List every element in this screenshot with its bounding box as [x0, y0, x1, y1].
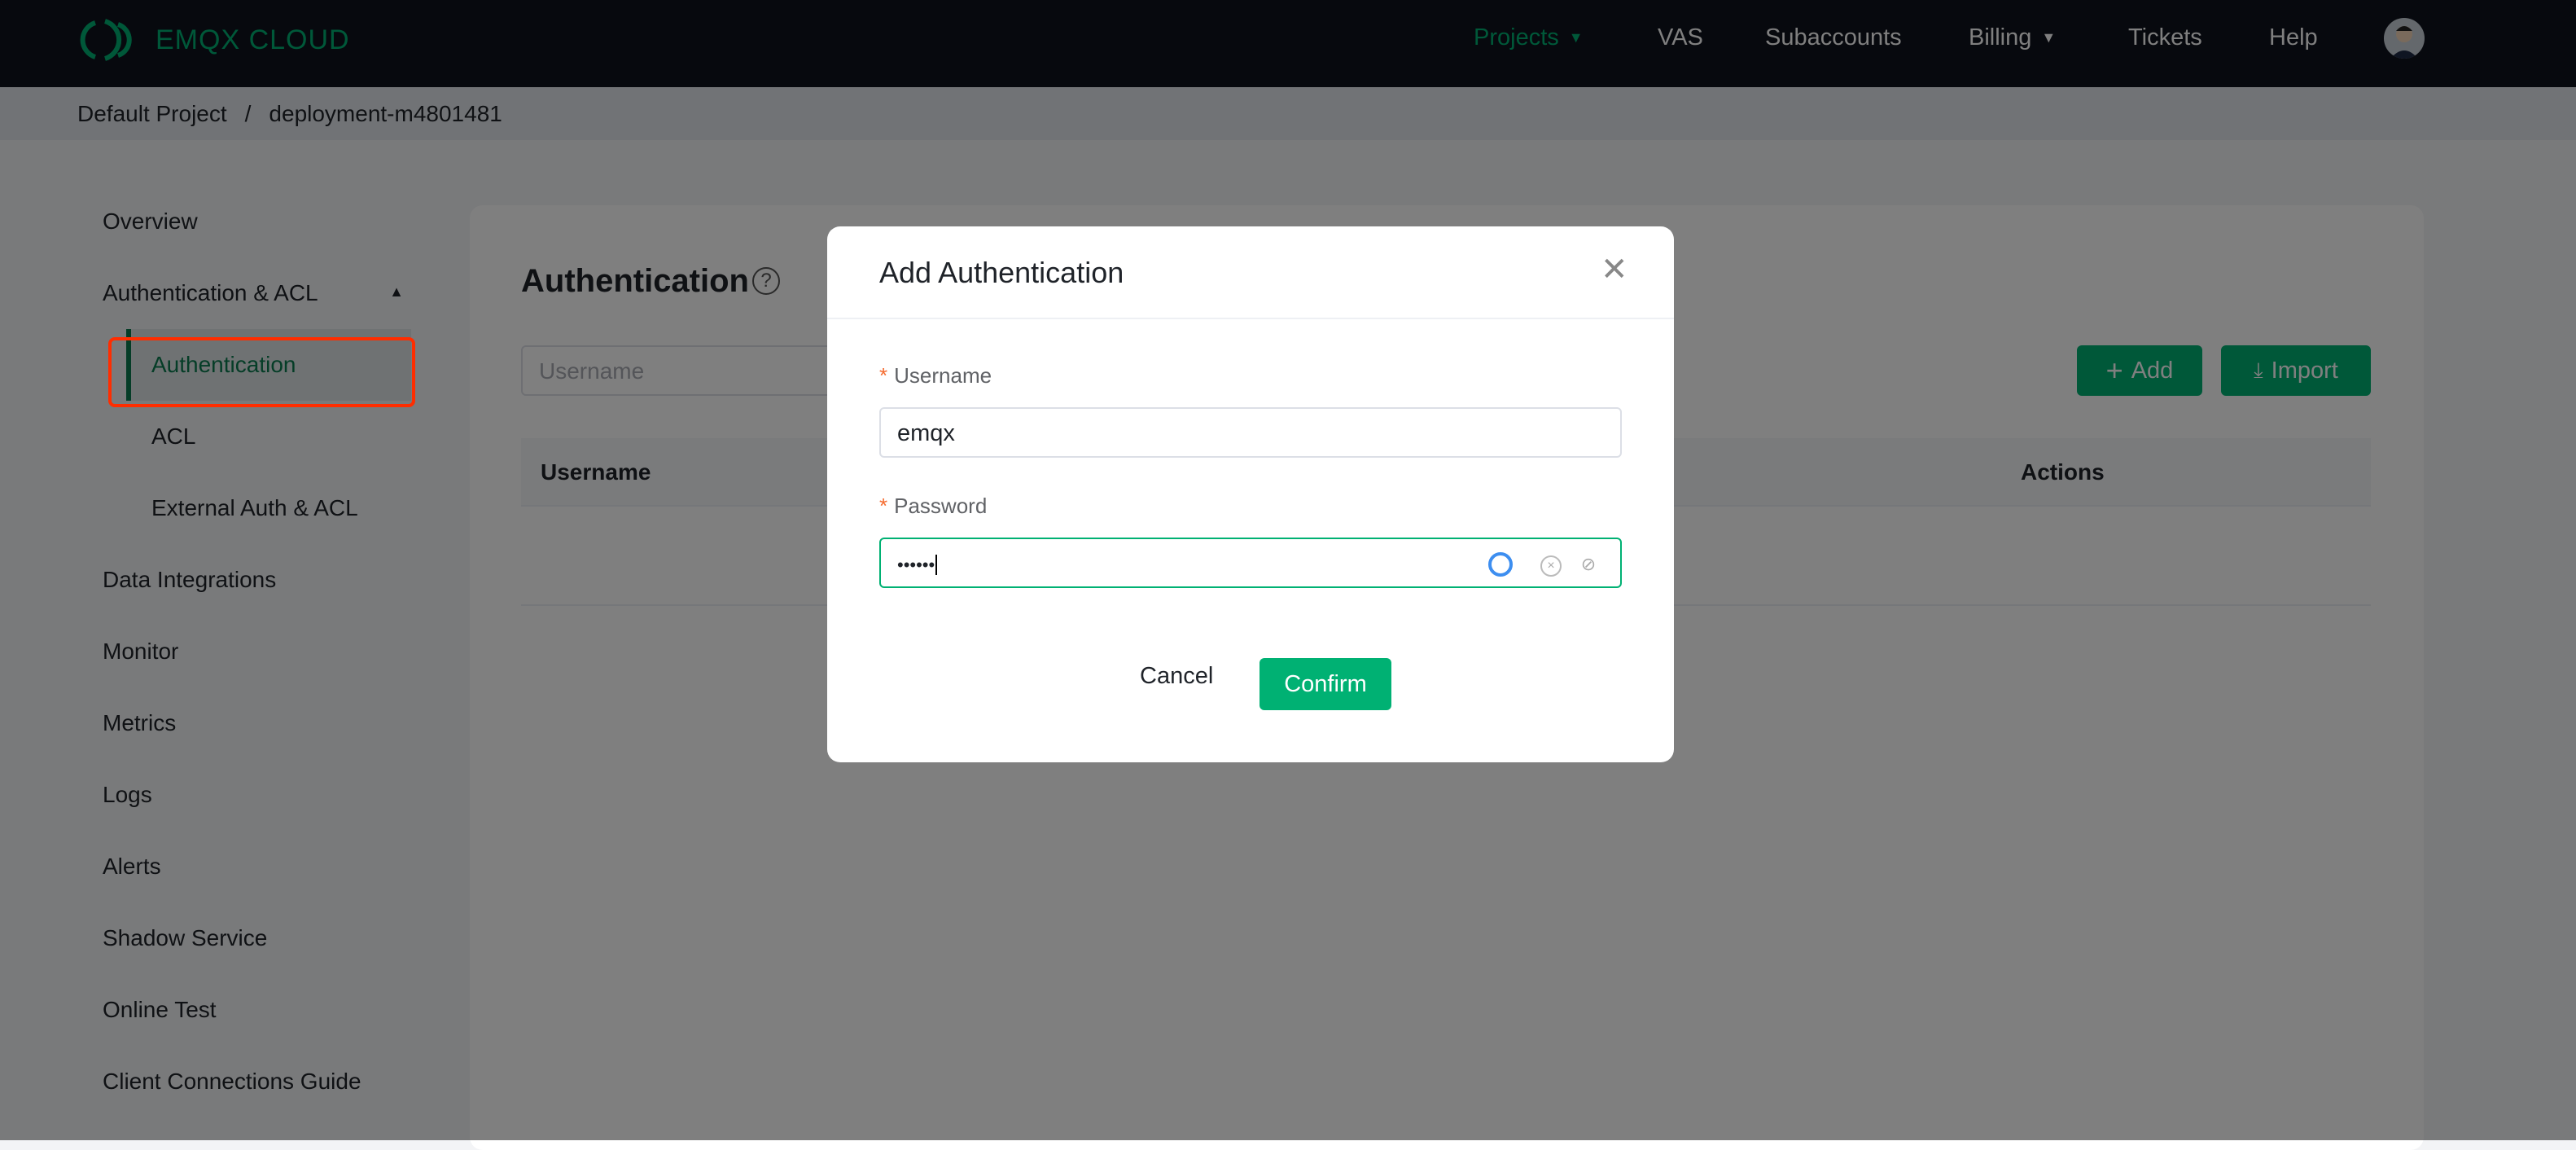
eye-off-icon[interactable]: ⊘	[1578, 555, 1599, 577]
username-input[interactable]: emqx	[879, 407, 1622, 458]
dialog-divider	[827, 318, 1674, 319]
add-authentication-dialog: Add Authentication ✕ *Username emqx *•••…	[827, 226, 1674, 762]
dialog-title: Add Authentication	[879, 256, 1124, 289]
username-label: * Username	[879, 363, 992, 388]
password-manager-icon[interactable]	[1488, 552, 1513, 577]
password-input[interactable]: •••••• × ⊘	[879, 538, 1622, 588]
cancel-button[interactable]: Cancel	[1140, 663, 1213, 690]
required-mark: *	[879, 363, 888, 388]
highlight-annotation	[108, 337, 415, 407]
required-mark: *	[879, 494, 888, 518]
close-icon[interactable]: ✕	[1601, 251, 1628, 288]
clear-icon[interactable]: ×	[1540, 555, 1562, 577]
password-label: *••••••Password	[879, 494, 988, 518]
confirm-button[interactable]: Confirm	[1260, 658, 1391, 710]
